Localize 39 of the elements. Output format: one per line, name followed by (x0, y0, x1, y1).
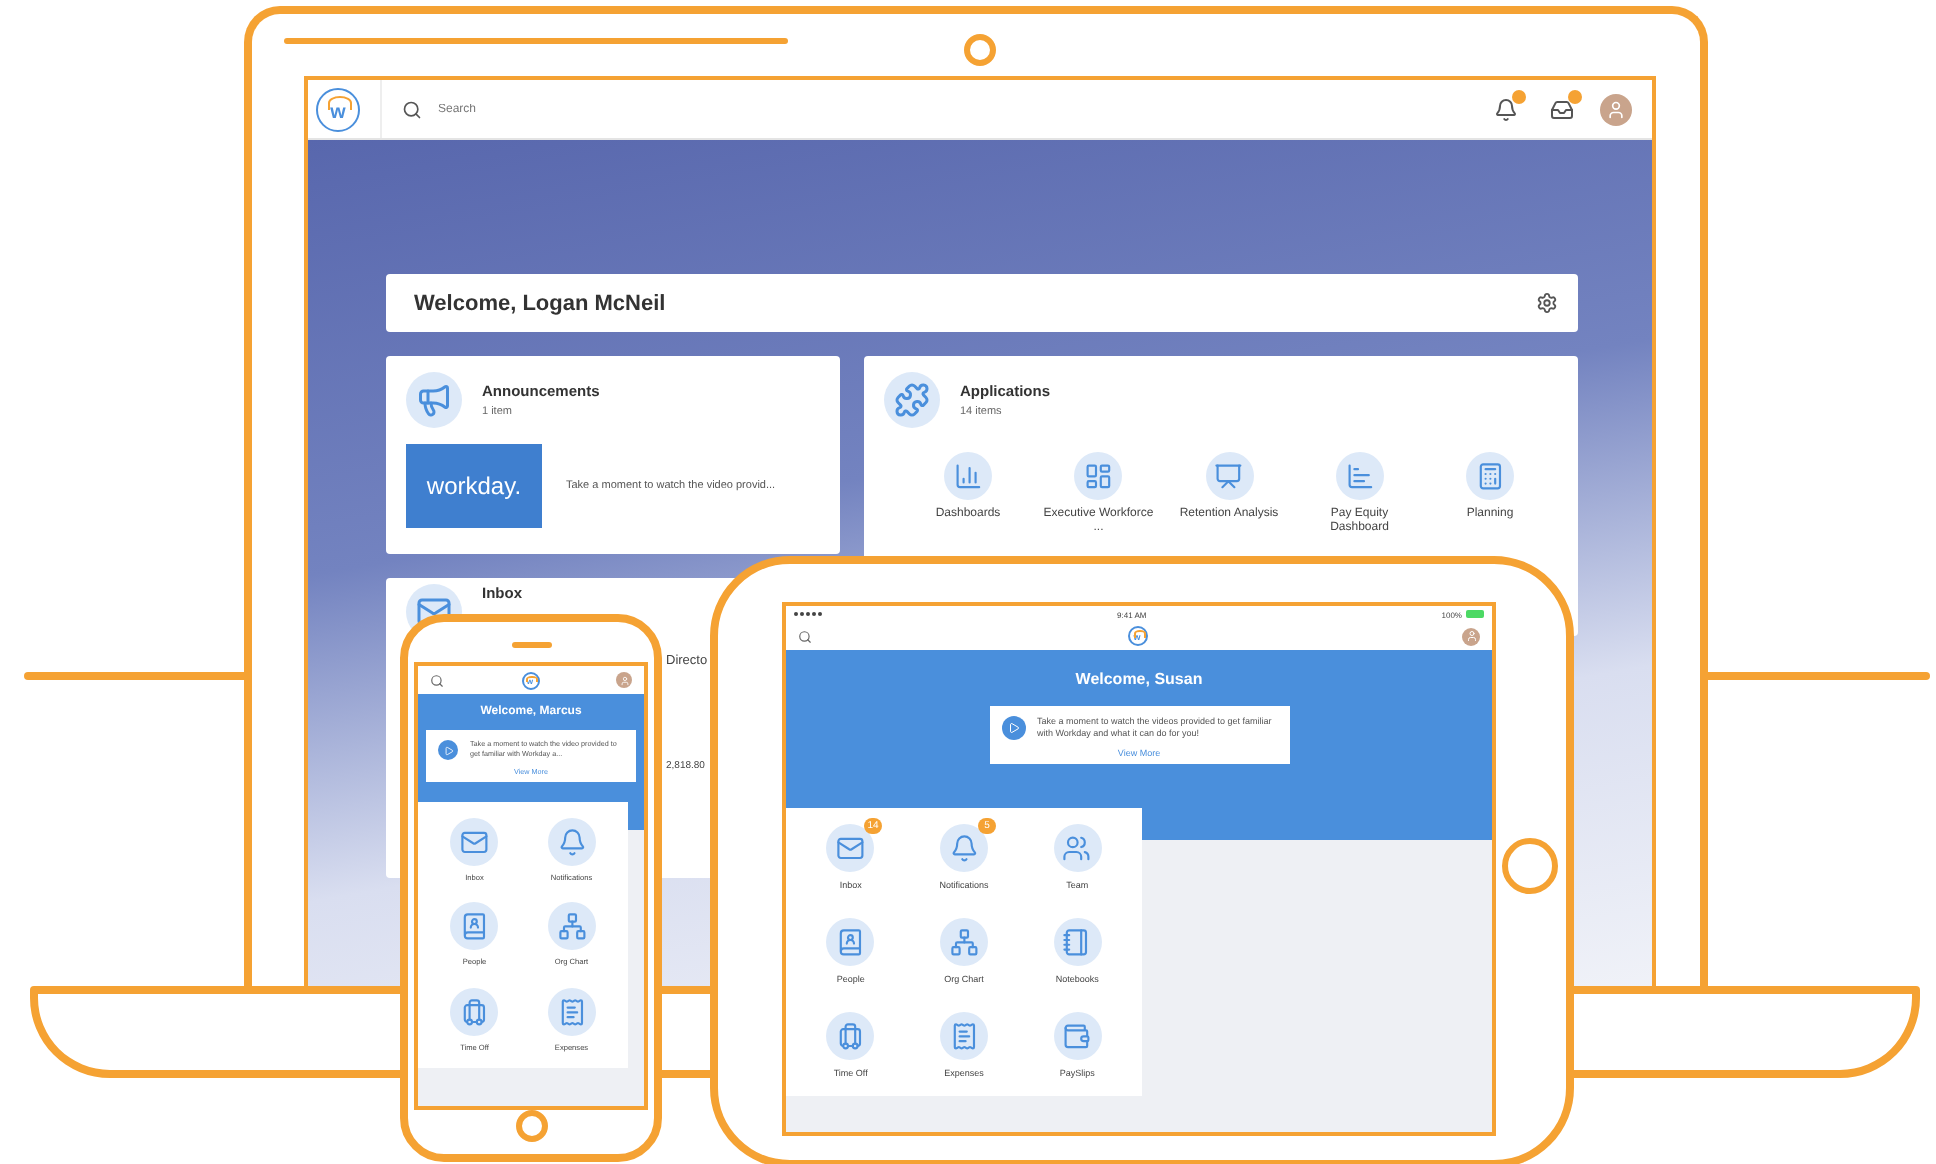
envelope-icon (450, 818, 499, 866)
address-book-icon (450, 902, 499, 951)
avatar-icon[interactable] (616, 672, 632, 688)
home-button[interactable] (516, 1110, 548, 1142)
welcome-title: Welcome, Logan McNeil (414, 291, 666, 315)
settings-icon[interactable] (1536, 292, 1558, 314)
wallet-icon (1053, 1012, 1102, 1061)
puzzle-icon (884, 372, 940, 428)
bar-chart-icon (944, 452, 992, 500)
bell-icon (547, 818, 596, 866)
megaphone-icon (406, 372, 462, 428)
dashboard-icon (1074, 452, 1123, 500)
org-chart-icon (939, 918, 988, 967)
presentation-board-icon (1205, 452, 1253, 500)
bell-icon (939, 824, 988, 872)
search-icon[interactable] (798, 629, 812, 643)
play-icon[interactable] (438, 740, 458, 760)
address-book-icon (826, 918, 875, 967)
home-button[interactable] (1502, 838, 1558, 894)
avatar-icon[interactable] (1600, 93, 1632, 125)
video-thumbnail[interactable]: workday. (406, 444, 542, 528)
search-icon[interactable] (402, 99, 422, 119)
receipt-icon (547, 987, 596, 1036)
org-chart-icon (547, 902, 596, 951)
receipt-icon (939, 1012, 988, 1061)
people-group-icon (1053, 824, 1102, 872)
camera-icon (964, 34, 996, 66)
envelope-icon (826, 824, 875, 872)
suitcase-icon (826, 1012, 875, 1061)
suitcase-icon (450, 987, 499, 1036)
play-icon[interactable] (1001, 716, 1025, 740)
calculator-icon (1466, 452, 1514, 500)
welcome-title: Welcome, Susan (1075, 670, 1203, 688)
search-icon[interactable] (430, 673, 444, 687)
battery-icon (1465, 610, 1484, 618)
avatar-icon[interactable] (1462, 627, 1480, 645)
logo-icon: w (316, 87, 360, 131)
notebook-icon (1053, 918, 1102, 967)
bar-chart-board-icon (1335, 452, 1384, 500)
